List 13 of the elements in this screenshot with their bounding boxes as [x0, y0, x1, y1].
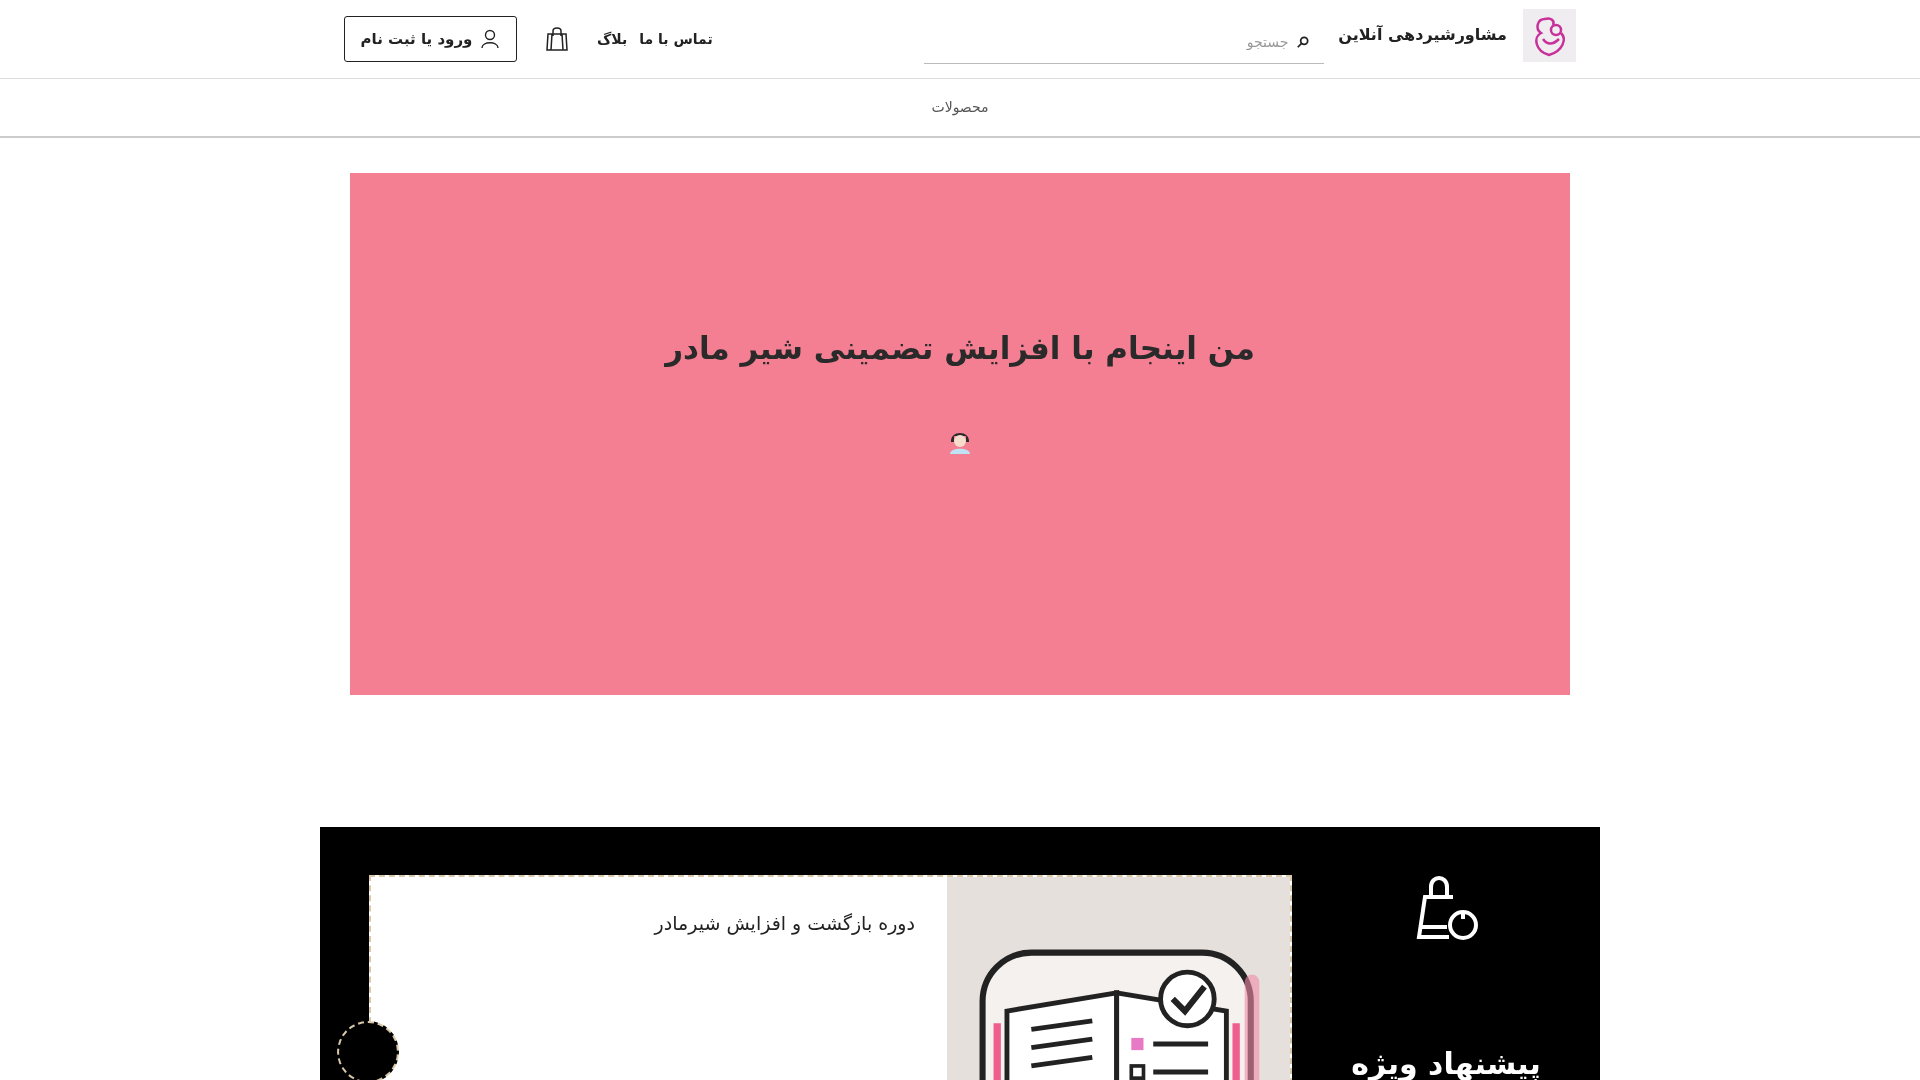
shopping-bag-icon[interactable] [545, 26, 569, 52]
product-title[interactable]: دوره بازگشت و افزایش شیرمادر [654, 912, 915, 934]
login-button[interactable]: ورود یا ثبت نام [344, 16, 517, 62]
menu-link[interactable]: محصولات [931, 97, 989, 118]
user-icon [480, 29, 501, 49]
nav-link[interactable]: تماس با ما [639, 28, 713, 50]
site-title[interactable]: مشاورشیردهی آنلاین [1338, 23, 1507, 47]
product-card[interactable]: دوره بازگشت و افزایش شیرمادر [369, 875, 1292, 1080]
logo-icon[interactable] [1523, 8, 1576, 62]
search-icon [1296, 35, 1311, 49]
search-field[interactable]: جستجو [924, 20, 1325, 64]
hero-heading: من اینجام با افزایش تضمینی شیر مادر [665, 329, 1255, 369]
nav-link[interactable]: بلاگ [597, 28, 628, 50]
